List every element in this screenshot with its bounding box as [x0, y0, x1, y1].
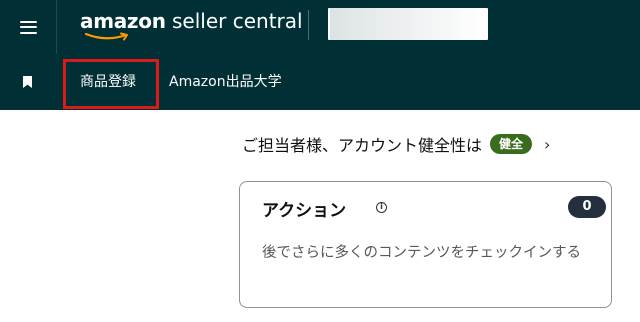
seller-central-logo[interactable]: amazon seller central: [80, 6, 303, 46]
header-divider-2: [308, 10, 309, 40]
account-health-text: ご担当者様、アカウント健全性は: [242, 136, 483, 155]
account-health-link[interactable]: ご担当者様、アカウント健全性は 健全 ›: [242, 131, 550, 157]
health-status-badge: 健全: [490, 134, 533, 154]
amazon-smile-icon: [84, 32, 128, 41]
header-divider: [56, 0, 57, 54]
chevron-right-icon: ›: [544, 134, 551, 154]
nav-item-seller-university[interactable]: Amazon出品大学: [169, 73, 282, 91]
logo-brand: amazon: [80, 9, 166, 33]
hamburger-menu-icon: [19, 20, 37, 34]
logo-product: seller central: [172, 9, 303, 33]
store-selector[interactable]: [328, 8, 488, 40]
actions-card: アクション i 0 後でさらに多くのコンテンツをチェックインする: [239, 181, 612, 308]
highlight-box: [63, 59, 159, 109]
menu-button[interactable]: [0, 0, 56, 54]
info-icon[interactable]: i: [376, 202, 387, 213]
actions-title: アクション: [262, 201, 347, 221]
actions-body-text: 後でさらに多くのコンテンツをチェックインする: [262, 245, 581, 261]
actions-count-badge: 0: [568, 196, 606, 218]
